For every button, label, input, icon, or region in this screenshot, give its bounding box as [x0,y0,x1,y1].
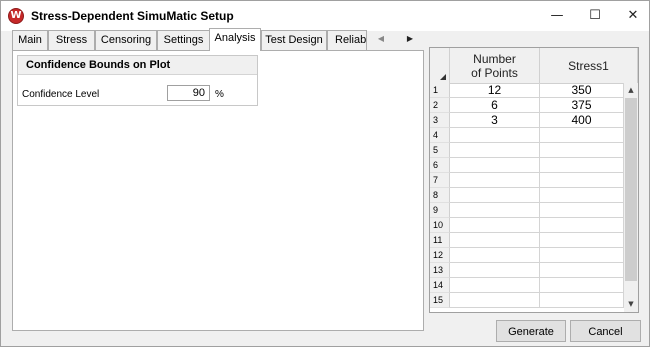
tab-scroll-left-icon[interactable]: ◀ [374,32,388,46]
row-number[interactable]: 6 [430,158,450,173]
window-title: Stress-Dependent SimuMatic Setup [31,9,234,23]
cell-number-of-points[interactable]: 6 [450,98,540,113]
cell-stress1[interactable]: 375 [540,98,624,113]
table-row: 11 [430,233,638,248]
close-button[interactable]: ✕ [615,1,650,31]
cell-number-of-points[interactable] [450,203,540,218]
row-number[interactable]: 10 [430,218,450,233]
cell-number-of-points[interactable] [450,278,540,293]
column-header-number-of-points[interactable]: Number of Points [450,48,540,84]
cell-stress1[interactable] [540,263,624,278]
row-number[interactable]: 7 [430,173,450,188]
cell-stress1[interactable] [540,218,624,233]
minimize-button[interactable]: — [539,1,575,31]
cell-number-of-points[interactable] [450,173,540,188]
cell-stress1[interactable] [540,278,624,293]
row-number[interactable]: 1 [430,83,450,98]
cell-number-of-points[interactable] [450,188,540,203]
tab-reliability[interactable]: Reliabil [327,30,367,50]
select-all-corner[interactable] [430,48,450,84]
cell-number-of-points[interactable] [450,128,540,143]
row-number[interactable]: 9 [430,203,450,218]
table-row: 7 [430,173,638,188]
cell-stress1[interactable] [540,248,624,263]
cancel-button[interactable]: Cancel [570,320,641,342]
cell-stress1[interactable] [540,233,624,248]
tab-analysis[interactable]: Analysis [209,28,261,51]
table-row: 6 [430,158,638,173]
analysis-tab-panel: Confidence Bounds on Plot Confidence Lev… [12,50,424,331]
grid-vertical-scrollbar[interactable]: ▲ ▼ [624,83,638,312]
cell-stress1[interactable] [540,203,624,218]
group-title: Confidence Bounds on Plot [18,56,257,75]
cell-number-of-points[interactable]: 3 [450,113,540,128]
row-number[interactable]: 14 [430,278,450,293]
table-row: 9 [430,203,638,218]
cell-number-of-points[interactable] [450,293,540,308]
cell-number-of-points[interactable] [450,263,540,278]
cell-number-of-points[interactable] [450,218,540,233]
row-number[interactable]: 8 [430,188,450,203]
cell-stress1[interactable]: 400 [540,113,624,128]
cell-number-of-points[interactable] [450,158,540,173]
table-row: 10 [430,218,638,233]
cell-number-of-points[interactable] [450,248,540,263]
cell-stress1[interactable] [540,128,624,143]
maximize-button[interactable]: ☐ [577,1,613,31]
confidence-level-input[interactable] [167,85,210,101]
scroll-up-icon[interactable]: ▲ [624,83,638,98]
table-row: 8 [430,188,638,203]
stress-points-grid: Number of Points Stress1 1 12 350 2 6 375 3 3 40… [429,47,639,313]
tab-censoring[interactable]: Censoring [95,30,157,50]
cell-number-of-points[interactable] [450,143,540,158]
tab-scroll-right-icon[interactable]: ▶ [403,32,417,46]
column-header-stress1[interactable]: Stress1 [540,48,638,84]
table-row: 13 [430,263,638,278]
table-row: 1 12 350 [430,83,638,98]
tab-stress[interactable]: Stress [48,30,95,50]
tab-strip: Main Stress Censoring Settings Analysis … [12,28,422,51]
cell-stress1[interactable] [540,173,624,188]
cell-stress1[interactable] [540,143,624,158]
table-row: 12 [430,248,638,263]
row-number[interactable]: 3 [430,113,450,128]
generate-button[interactable]: Generate [496,320,566,342]
confidence-level-label: Confidence Level [22,89,100,100]
title-bar: W Stress-Dependent SimuMatic Setup — ☐ ✕ [1,1,649,31]
percent-unit-label: % [215,89,224,100]
row-number[interactable]: 15 [430,293,450,308]
table-row: 15 [430,293,638,308]
row-number[interactable]: 11 [430,233,450,248]
cell-stress1[interactable] [540,158,624,173]
cell-stress1[interactable] [540,188,624,203]
cell-number-of-points[interactable]: 12 [450,83,540,98]
scroll-down-icon[interactable]: ▼ [624,297,638,312]
dialog-window: W Stress-Dependent SimuMatic Setup — ☐ ✕… [0,0,650,347]
table-row: 14 [430,278,638,293]
row-number[interactable]: 2 [430,98,450,113]
cell-stress1[interactable]: 350 [540,83,624,98]
row-number[interactable]: 5 [430,143,450,158]
tab-settings[interactable]: Settings [157,30,210,50]
cell-number-of-points[interactable] [450,233,540,248]
tab-main[interactable]: Main [12,30,48,50]
tab-test-design[interactable]: Test Design [261,30,327,50]
table-row: 3 3 400 [430,113,638,128]
confidence-bounds-group: Confidence Bounds on Plot Confidence Lev… [17,55,258,106]
app-logo-icon: W [8,8,24,24]
table-row: 4 [430,128,638,143]
row-number[interactable]: 12 [430,248,450,263]
cell-stress1[interactable] [540,293,624,308]
table-row: 2 6 375 [430,98,638,113]
table-row: 5 [430,143,638,158]
row-number[interactable]: 13 [430,263,450,278]
corner-triangle-icon [440,74,446,80]
row-number[interactable]: 4 [430,128,450,143]
scroll-thumb[interactable] [625,98,637,281]
